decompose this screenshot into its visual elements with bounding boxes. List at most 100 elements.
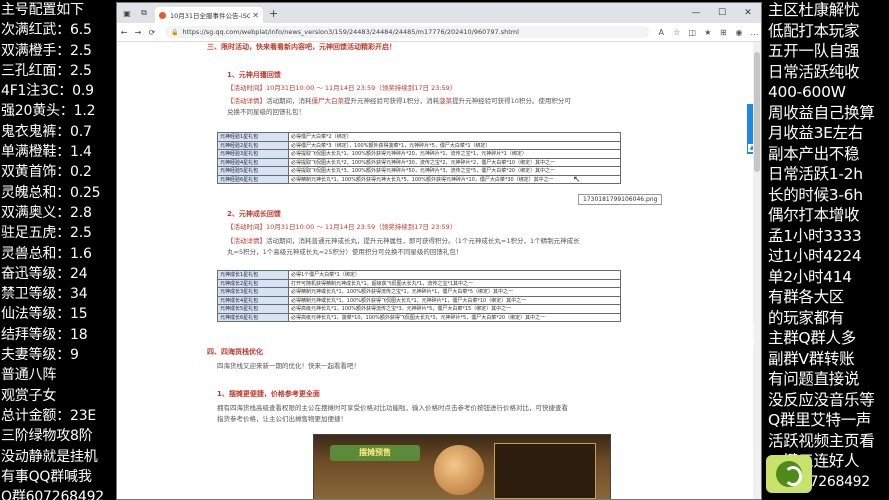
overlay-line: 偶尔打本增收 (768, 206, 860, 224)
overlay-line: 有问题直接说 (768, 370, 860, 388)
gift-reward-cell: 必得僵尸大白菜*3（绑定），100%额外获得菠菜*1，元神碎片*5，僵尸大白菜*… (288, 140, 621, 150)
overlay-line: 仙法等级：15 (1, 306, 88, 323)
back-button[interactable]: ← (117, 28, 131, 37)
overlay-line: 主号配置如下 (1, 2, 84, 18)
gift-name-cell: 元神经验6星礼包 (217, 174, 289, 184)
taskbar-clock: 12:00 2024/10/30 (693, 322, 755, 354)
table-row: 元神成长3星礼包 必得精制元神或长丸*1，100%额外获得流传之宝*1，元神碎片*… (217, 287, 621, 297)
tab-close-icon[interactable]: ✕ (252, 11, 259, 20)
section1-title: 1、元神月獲回馈 (227, 71, 281, 79)
s2-detail-a: 活动期间，消耗普通元神或长丸，提升元神属性，即可获得积分。（1个元神成长丸=1积… (266, 237, 580, 245)
minimize-button[interactable]: — (683, 8, 709, 18)
browser-tab[interactable]: 10月31日全服事件公告-iSG三国 ✕ (155, 7, 263, 23)
table-row: 元神经验2星礼包 必得僵尸大白菜*3（绑定），100%额外获得菠菜*1，元神碎片*… (217, 140, 621, 150)
s1-detail-label: 【活动详情】 (227, 97, 266, 105)
overlay-line: 三孔红面：2.5 (1, 62, 92, 79)
overlay-line: 4F1注3C：0.9 (1, 83, 94, 100)
s1-detail-hl1: 僵尸大白菜 (311, 97, 345, 105)
overlay-line: 主群Q群人多 (768, 329, 856, 347)
gift-reward-cell: 必得精制元神或长丸*1，100%额外获得流传之宝*1，元神碎片*1，僵尸大白菜*… (288, 287, 621, 297)
tab-actions-icon[interactable]: ⧉ (137, 6, 151, 20)
window-controls: — ☐ ✕ (683, 8, 761, 18)
url-text: https://sg.qq.com/webplat/info/news_vers… (182, 28, 519, 36)
s1-detail-d: 兑换不同星级的回馈礼包！ (227, 108, 305, 116)
table-row: 元神成长4星礼包 必得精制元神或长丸*1，100%额外获得飞侃图大长丸*1，元神碎… (217, 295, 621, 305)
s4-detail-b: 指货参考价格，让主公们出摊售物更加便捷！ (217, 415, 347, 423)
mouse-cursor-icon: ↖ (573, 175, 581, 185)
gift-name-cell: 元神成长2星礼包 (217, 278, 289, 288)
gift-name-cell: 元神成长4星礼包 (217, 295, 289, 305)
overlay-line: 驻足五虎：2.5 (1, 225, 92, 242)
game-screenshot-image: 摆摊预售 (313, 434, 611, 499)
overlay-line: 单2小时414 (768, 267, 852, 286)
close-window-button[interactable]: ✕ (735, 8, 761, 18)
table-row: 元神经验4星礼包 必得提取飞侃图大长丸*2，100%额外获得元神碎片*30，流传之… (217, 157, 621, 167)
s2-detail-label: 【活动详情】 (227, 237, 266, 245)
s2-time-label: 【活动时间】 (227, 223, 266, 231)
favorites-icon[interactable]: ★ (701, 28, 714, 37)
section2-gift-table: 元神成长1星礼包 必得1个僵尸大白菜*1（绑定） 元神成长2星礼包 打开可随机获得精制… (217, 270, 621, 322)
read-aloud-icon[interactable]: A (655, 28, 668, 37)
overlay-line: 奋迅等级：24 (1, 265, 88, 282)
page-scrollbar[interactable] (753, 42, 761, 499)
left-overlay-text: 主号配置如下 次满红武：6.5 双满橙手：2.5 三孔红面：2.5 4F1注3C：0.9… (0, 0, 113, 500)
leaf-logo-icon (776, 461, 802, 487)
section1-detail: 【活动详情】活动期间，消耗僵尸大白菜提升元神经验可获得1积分，消耗菠菜提升元神经… (227, 96, 687, 118)
tab-bar: ▣ ⧉ 10月31日全服事件公告-iSG三国 ✕ + — ☐ ✕ (117, 3, 761, 23)
s1-time-label: 【活动时间】 (227, 84, 266, 92)
overlay-line: 普通八阵 (1, 367, 57, 384)
s1-time-value: 10月31日10:00 ～ 11月14日 23:59（领奖持续到17日 23:5… (266, 84, 457, 92)
lock-icon: 🔒 (171, 28, 179, 36)
s1-detail-a: 活动期间，消耗 (266, 97, 312, 105)
gift-name-cell: 元神成长3星礼包 (217, 287, 289, 297)
gift-name-cell: 元神成长5星礼包 (217, 304, 289, 314)
gift-name-cell: 元神经验2星礼包 (217, 140, 289, 150)
collections-icon[interactable]: ⊞ (717, 28, 730, 37)
refresh-button[interactable]: ⟳ (145, 28, 159, 37)
overlay-line: 活跃视频主页看 (768, 431, 875, 450)
s4-detail-a: 拥有四海货栈高级查看权限的主公在摆摊时可享受价格对比功能啦，输入价格时点击参考价… (217, 404, 568, 412)
scrollbar-thumb[interactable] (754, 52, 760, 172)
table-row: 元神成长1星礼包 必得1个僵尸大白菜*1（绑定） (217, 270, 621, 280)
intro-text: 三、限时活动，快来看看新内容吧，元神回馈活动精彩开启！ (207, 43, 396, 51)
site-favicon-icon (159, 11, 166, 19)
url-input[interactable]: 🔒 https://sg.qq.com/webplat/info/news_ve… (165, 26, 649, 38)
forward-button[interactable]: → (131, 28, 145, 37)
overlay-line: 鬼衣鬼裤：0.7 (1, 123, 92, 140)
section2-title: 2、元神成长回馈 (227, 210, 281, 218)
more-menu-icon[interactable]: … (748, 28, 761, 37)
overlay-line: 总计金额：23E (1, 407, 97, 424)
gift-reward-cell: 必得高级元神长丸*1，100%额外获得流传之宝*3，元神碎片*5，僵尸大白菜*1… (288, 304, 621, 314)
game-banner: 摆摊预售 (330, 445, 420, 461)
overlay-line: Q群607268492 (1, 489, 104, 500)
toolbar-icons: A ☆ ◫ ★ ⊞ ◉ … (655, 28, 761, 37)
table-row: 元神成长5星礼包 必得高级元神长丸*1，100%额外获得流传之宝*3，元神碎片*5… (217, 304, 621, 314)
gift-name-cell: 元神经验5星礼包 (217, 166, 289, 176)
gift-name-cell: 元神经验1星礼包 (217, 132, 289, 142)
split-screen-icon[interactable]: ◫ (686, 28, 699, 37)
overlay-line: 长的时候3-6h (768, 185, 863, 204)
overlay-line: 次满红武：6.5 (1, 22, 92, 39)
table-row: 元神经验5星礼包 必得提取飞侃图大长丸*3，100%额外获得元神碎片*50，元神碎… (217, 166, 621, 176)
s2-detail-b: 丸=5积分，1个高级元神成长丸=25积分）使用积分可兑换不同星级的回馈礼包！ (227, 248, 463, 256)
table-row: 元神经验3星礼包 必得提取飞侃图大长丸*1，100%额外获得元神碎片*20，元神碎… (217, 149, 621, 159)
browser-window: ▣ ⧉ 10月31日全服事件公告-iSG三国 ✕ + — ☐ ✕ ← → ⟳ 🔒… (116, 2, 762, 500)
gift-name-cell: 元神成长1星礼包 (217, 270, 289, 280)
address-bar: ← → ⟳ 🔒 https://sg.qq.com/webplat/info/n… (117, 23, 761, 42)
new-tab-button[interactable]: + (269, 7, 278, 20)
page-content: 三、限时活动，快来看看新内容吧，元神回馈活动精彩开启！ 1、元神月獲回馈 【活动… (117, 42, 761, 499)
gift-reward-cell: 必得精制元神长丸*1，100%额外获得元神大长丸*5，100%额外获得元神碎片*… (288, 174, 621, 184)
gift-reward-cell: 必得精制元神或长丸*1，100%额外获得飞侃图大长丸*1，元神碎片*1，僵尸大白… (288, 295, 621, 305)
profile-icon[interactable]: ◉ (732, 28, 745, 37)
favorite-star-icon[interactable]: ☆ (670, 28, 683, 37)
overlay-line: 的玩家都有 (768, 308, 845, 327)
section4-subtitle: 1、摆摊更便捷，价格参考更全面 (217, 390, 320, 398)
overlay-line: 主区杜康解忧 (768, 1, 860, 19)
overlay-line: 夫妻等级：9 (1, 347, 79, 364)
overlay-line: 强20黄头：1.2 (1, 103, 96, 120)
maximize-button[interactable]: ☐ (709, 8, 735, 18)
workspace-icon[interactable]: ▣ (120, 6, 134, 20)
overlay-line: 灵兽总和：1.6 (1, 245, 92, 262)
section1-gift-table: 元神经验1星礼包 必得僵尸大白菜*2（绑定） 元神经验2星礼包 必得僵尸大白菜*3（绑… (217, 132, 621, 184)
overlay-line: 单满橙鞋：1.4 (1, 144, 92, 161)
